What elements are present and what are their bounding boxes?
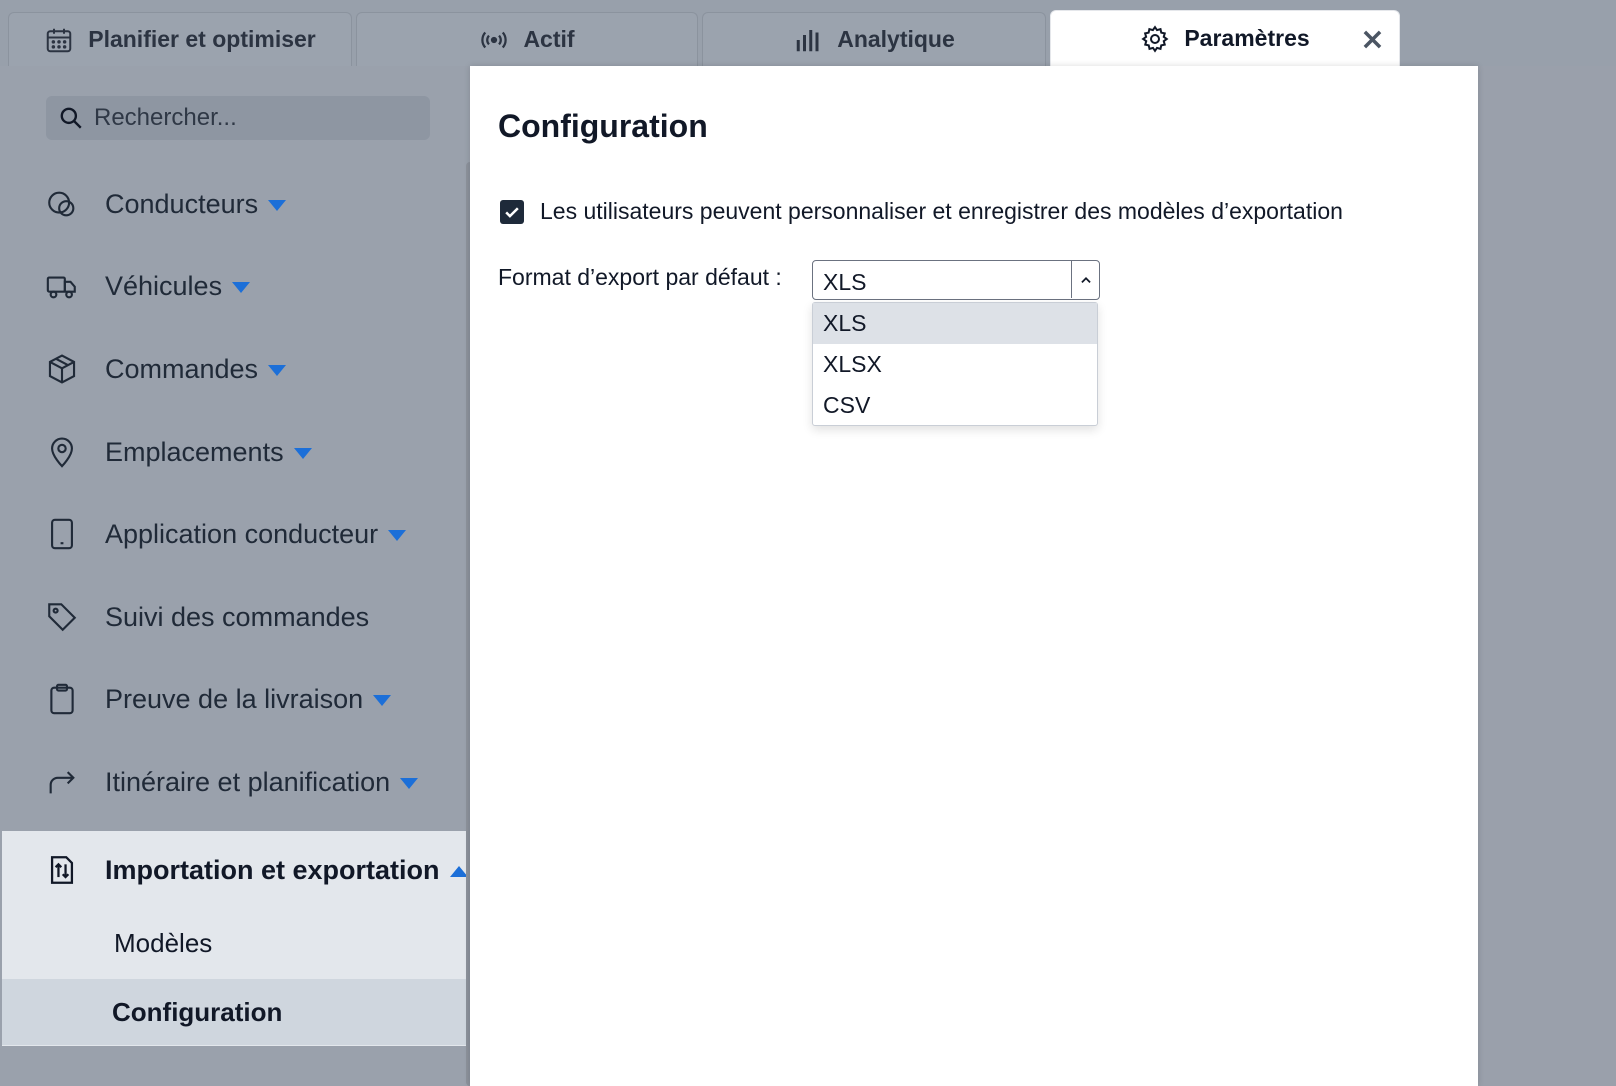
- sidebar-item-application-conducteur[interactable]: Application conducteur: [0, 504, 470, 564]
- settings-panel: Configuration Les utilisateurs peuvent p…: [470, 66, 1478, 1086]
- close-icon[interactable]: ×: [1360, 25, 1385, 55]
- custom-templates-checkbox[interactable]: [500, 199, 524, 224]
- chevron-down-icon: [373, 694, 392, 706]
- chevron-down-icon: [268, 364, 287, 376]
- sidebar-item-commandes[interactable]: Commandes: [0, 339, 470, 399]
- import-export-icon: [44, 852, 80, 888]
- search-box: [46, 96, 430, 140]
- sidebar-item-importation-exportation[interactable]: Importation et exportation: [0, 840, 470, 900]
- sidebar-item-suivi-des-commandes[interactable]: Suivi des commandes: [0, 587, 470, 647]
- sidebar-group-importation-exportation: Importation et exportation Modèles Confi…: [2, 831, 468, 1046]
- sidebar-item-label: Itinéraire et planification: [105, 766, 391, 797]
- option-xlsx[interactable]: XLSX: [813, 344, 1097, 385]
- tab-analytique[interactable]: Analytique: [702, 12, 1046, 66]
- truck-icon: [44, 268, 80, 304]
- clipboard-icon: [44, 681, 80, 717]
- export-format-dropdown: XLS XLSX CSV: [812, 302, 1098, 426]
- page-title: Configuration: [498, 108, 708, 144]
- route-arrow-icon: [44, 764, 80, 800]
- sidebar-item-label: Emplacements: [105, 436, 284, 467]
- tab-parametres[interactable]: Paramètres ×: [1050, 10, 1400, 66]
- sidebar-subitem-modeles[interactable]: Modèles: [2, 910, 468, 976]
- driver-icon: [44, 186, 80, 222]
- location-pin-icon: [44, 434, 80, 470]
- sidebar-item-preuve-de-la-livraison[interactable]: Preuve de la livraison: [0, 669, 470, 729]
- bar-chart-icon: [796, 29, 819, 51]
- package-icon: [44, 351, 80, 387]
- phone-icon: [44, 516, 80, 552]
- tab-label: Analytique: [837, 26, 955, 52]
- search-input[interactable]: [94, 104, 394, 132]
- sidebar-item-label: Conducteurs: [105, 188, 259, 219]
- tag-icon: [44, 599, 80, 635]
- sidebar: Conducteurs Véhicules Commandes Emplacem…: [0, 66, 470, 1086]
- tab-label: Paramètres: [1184, 25, 1310, 51]
- chevron-down-icon: [293, 447, 312, 459]
- search-icon: [60, 107, 82, 129]
- tab-label: Actif: [523, 26, 575, 52]
- tab-planifier[interactable]: Planifier et optimiser: [8, 12, 352, 66]
- option-xls[interactable]: XLS: [813, 303, 1097, 344]
- sidebar-subitem-configuration[interactable]: Configuration: [2, 979, 468, 1045]
- sidebar-item-label: Application conducteur: [105, 518, 379, 549]
- sidebar-item-label: Véhicules: [105, 270, 223, 301]
- chevron-down-icon: [388, 529, 407, 541]
- option-csv[interactable]: CSV: [813, 385, 1097, 426]
- export-format-label: Format d’export par défaut :: [498, 264, 782, 290]
- sidebar-item-label: Suivi des commandes: [105, 601, 370, 632]
- sidebar-subitem-label: Modèles: [114, 927, 213, 958]
- tab-actif[interactable]: Actif: [356, 12, 698, 66]
- sidebar-item-label: Commandes: [105, 353, 259, 384]
- chevron-down-icon: [268, 199, 287, 211]
- sidebar-item-conducteurs[interactable]: Conducteurs: [0, 174, 470, 234]
- checkmark-icon: [505, 206, 519, 218]
- chevron-down-icon: [232, 281, 251, 293]
- sidebar-item-label: Preuve de la livraison: [105, 683, 364, 714]
- tab-label: Planifier et optimiser: [88, 26, 316, 52]
- sidebar-item-itineraire-et-planification[interactable]: Itinéraire et planification: [0, 752, 470, 812]
- checkbox-label: Les utilisateurs peuvent personnaliser e…: [540, 198, 1343, 224]
- select-toggle[interactable]: [1071, 261, 1099, 298]
- chevron-up-icon: [1080, 276, 1091, 283]
- custom-templates-setting: Les utilisateurs peuvent personnaliser e…: [500, 198, 1343, 225]
- sidebar-item-vehicules[interactable]: Véhicules: [0, 256, 470, 316]
- export-format-select[interactable]: XLS: [812, 260, 1100, 300]
- chevron-down-icon: [400, 777, 419, 789]
- select-value: XLS: [823, 269, 867, 295]
- calendar-icon: [46, 28, 72, 52]
- sidebar-item-emplacements[interactable]: Emplacements: [0, 422, 470, 482]
- gear-icon: [1141, 24, 1169, 53]
- chevron-up-icon: [449, 865, 468, 877]
- broadcast-icon: [481, 31, 508, 48]
- tab-bar: Planifier et optimiser Actif Analytique …: [0, 0, 1616, 66]
- sidebar-subitem-label: Configuration: [112, 996, 283, 1027]
- sidebar-item-label: Importation et exportation: [105, 854, 440, 885]
